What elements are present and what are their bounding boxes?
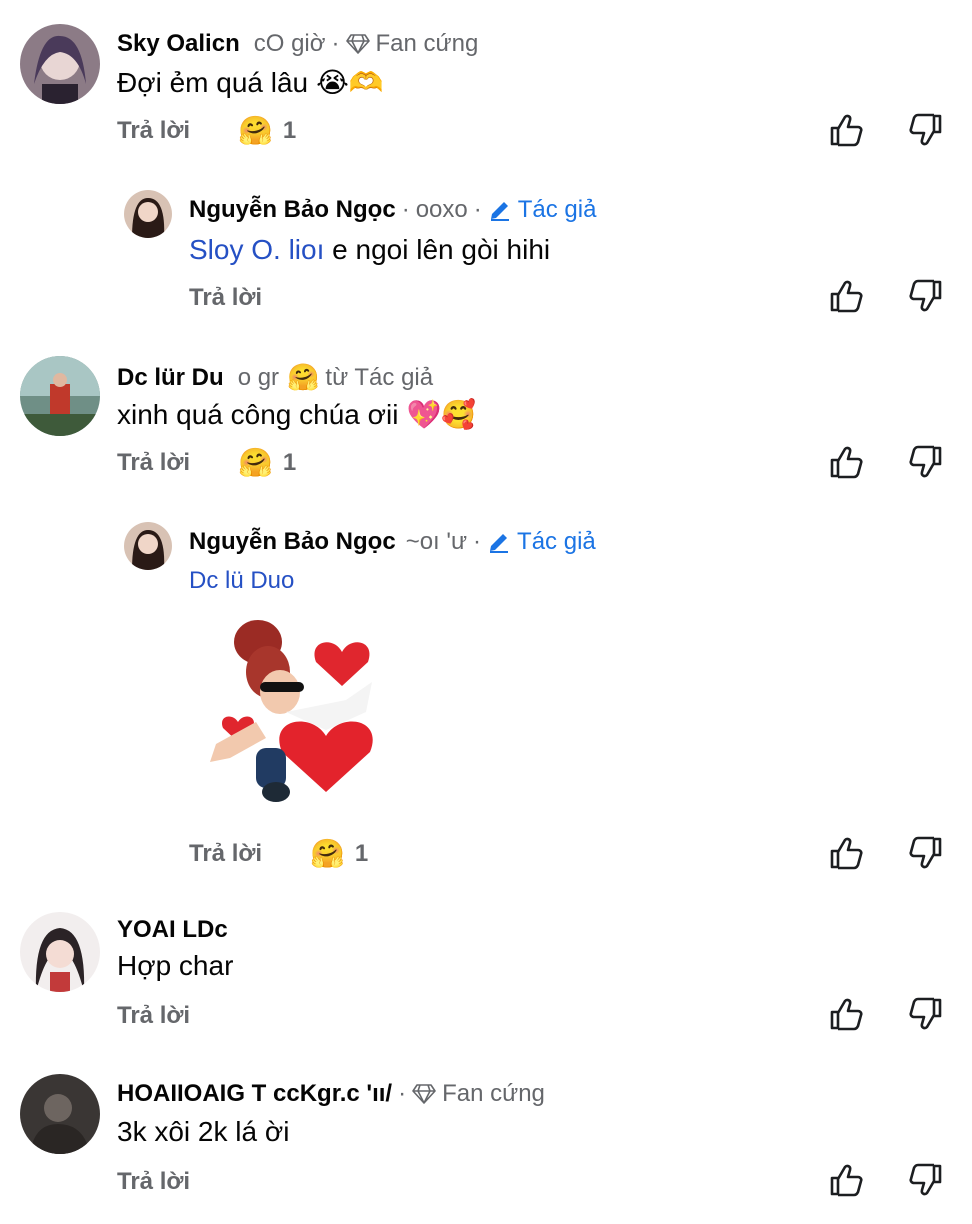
thumbs-down-icon[interactable] xyxy=(908,278,944,314)
avatar[interactable] xyxy=(20,356,100,436)
avatar[interactable] xyxy=(124,190,172,238)
comment-header: Nguyễn Bảo Ngọc · ooxo · Tác giả xyxy=(189,196,597,224)
commenter-name[interactable]: Sky Oalicn xyxy=(117,30,240,58)
thumbs-down-icon[interactable] xyxy=(908,112,944,148)
comment-text: Sloy O. lioı e ngoi lên gòi hihi xyxy=(189,234,551,265)
commenter-name[interactable]: YOAI LDc xyxy=(117,916,228,944)
fan-badge: Fan cứng xyxy=(412,1080,545,1108)
reaction-count[interactable]: 🤗 1 xyxy=(310,837,368,870)
sticker-image[interactable] xyxy=(196,612,410,808)
diamond-icon xyxy=(345,34,370,54)
comment-time[interactable]: ooxo xyxy=(416,196,468,224)
author-badge: Tác giả xyxy=(488,196,596,224)
reply-button[interactable]: Trả lời xyxy=(117,449,190,477)
thumbs-down-icon[interactable] xyxy=(908,835,944,871)
avatar[interactable] xyxy=(20,1074,100,1154)
thumbs-down-icon[interactable] xyxy=(908,996,944,1032)
avatar[interactable] xyxy=(20,912,100,992)
comment-header: HOAIIOAIG T ccKgr.c 'ıı/ · Fan cứng xyxy=(117,1080,545,1108)
comment-emojis: 💖🥰 xyxy=(406,399,477,430)
author-reacted: 🤗 từ Tác giả xyxy=(287,362,434,392)
comment-header: Dc lür Du o gr 🤗 từ Tác giả xyxy=(117,362,433,393)
commenter-name[interactable]: HOAIIOAIG T ccKgr.c 'ıı/ xyxy=(117,1080,392,1108)
reply-button[interactable]: Trả lời xyxy=(189,840,262,868)
thumbs-up-icon[interactable] xyxy=(828,444,864,480)
comment-time[interactable]: cO giờ xyxy=(254,30,326,58)
mention-link[interactable]: Sloy O. lioı xyxy=(189,234,324,265)
fan-badge: Fan cứng xyxy=(345,30,478,58)
thumbs-up-icon[interactable] xyxy=(828,1162,864,1198)
comment-text: Đợi ẻm quá lâu 😭🫶 xyxy=(117,67,384,98)
care-reaction-icon: 🤗 xyxy=(238,447,273,478)
thumbs-up-icon[interactable] xyxy=(828,278,864,314)
thumbs-down-icon[interactable] xyxy=(908,444,944,480)
comment-text: Dc lü Duo xyxy=(189,567,294,595)
comment-text: Hợp char xyxy=(117,950,234,981)
comment-header: Nguyễn Bảo Ngọc ~oı 'ư · Tác giả xyxy=(189,528,596,556)
comment-emojis: 😭🫶 xyxy=(316,67,384,98)
reaction-count[interactable]: 🤗 1 xyxy=(238,446,296,479)
thumbs-up-icon[interactable] xyxy=(828,996,864,1032)
author-badge: Tác giả xyxy=(487,528,596,556)
care-reaction-icon: 🤗 xyxy=(287,362,320,392)
care-reaction-icon: 🤗 xyxy=(310,838,345,869)
commenter-name[interactable]: Nguyễn Bảo Ngọc xyxy=(189,196,396,224)
comment-text: 3k xôi 2k lá ời xyxy=(117,1116,290,1147)
thumbs-up-icon[interactable] xyxy=(828,112,864,148)
comment-text: xinh quá công chúa ơii 💖🥰 xyxy=(117,399,477,430)
comment-time[interactable]: ~oı 'ư xyxy=(406,528,467,556)
reaction-count[interactable]: 🤗 1 xyxy=(238,114,296,147)
mention-link[interactable]: Dc lü Duo xyxy=(189,567,294,594)
reply-button[interactable]: Trả lời xyxy=(189,284,262,312)
thumbs-down-icon[interactable] xyxy=(908,1162,944,1198)
pencil-icon xyxy=(490,202,509,221)
thumbs-up-icon[interactable] xyxy=(828,835,864,871)
pencil-icon xyxy=(490,534,509,553)
comment-header: YOAI LDc xyxy=(117,916,228,944)
diamond-icon xyxy=(412,1084,436,1104)
comment-header: Sky Oalicn cO giờ · Fan cứng xyxy=(117,30,479,58)
commenter-name[interactable]: Nguyễn Bảo Ngọc xyxy=(189,528,396,556)
care-reaction-icon: 🤗 xyxy=(238,115,273,146)
avatar[interactable] xyxy=(124,522,172,570)
reply-button[interactable]: Trả lời xyxy=(117,1002,190,1030)
reply-button[interactable]: Trả lời xyxy=(117,1168,190,1196)
comment-time[interactable]: o gr xyxy=(238,364,279,392)
avatar[interactable] xyxy=(20,24,100,104)
reply-button[interactable]: Trả lời xyxy=(117,117,190,145)
commenter-name[interactable]: Dc lür Du xyxy=(117,364,224,392)
